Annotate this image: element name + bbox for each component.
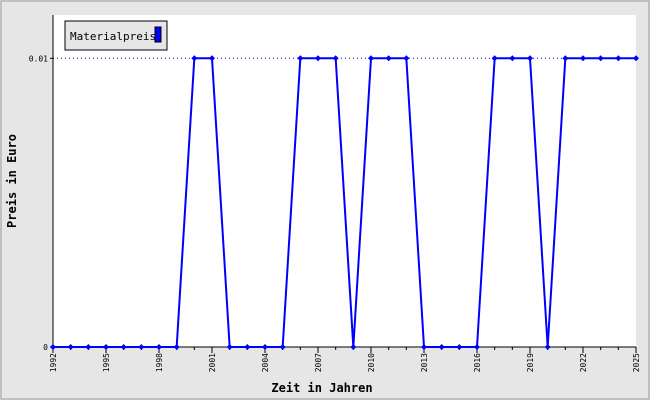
x-tick-label: 2022	[579, 353, 588, 372]
legend-swatch	[154, 26, 162, 43]
legend: Materialpreis	[64, 20, 168, 51]
x-tick-label: 1992	[49, 353, 58, 372]
x-tick-label: 1995	[102, 353, 111, 372]
x-tick-label: 2001	[208, 353, 217, 372]
x-tick-label: 2016	[473, 353, 482, 372]
x-tick-label: 2025	[632, 353, 641, 372]
legend-label: Materialpreis	[70, 30, 156, 43]
x-tick-label: 2013	[420, 353, 429, 372]
line-chart: 0 0.01 1992 1995 1998 2001 2004 2007 2010 2013 201…	[0, 0, 650, 400]
x-tick-label: 2019	[526, 353, 535, 372]
y-axis-label: Preis in Euro	[5, 134, 19, 228]
y-tick-label: 0.01	[29, 54, 48, 63]
plot-area	[53, 15, 636, 347]
x-axis-label: Zeit in Jahren	[271, 381, 372, 395]
x-tick-label: 2007	[314, 353, 323, 372]
x-tick-label: 2004	[261, 353, 270, 372]
y-tick-label: 0	[43, 343, 48, 352]
x-tick-label: 1998	[155, 353, 164, 372]
x-tick-label: 2010	[367, 353, 376, 372]
